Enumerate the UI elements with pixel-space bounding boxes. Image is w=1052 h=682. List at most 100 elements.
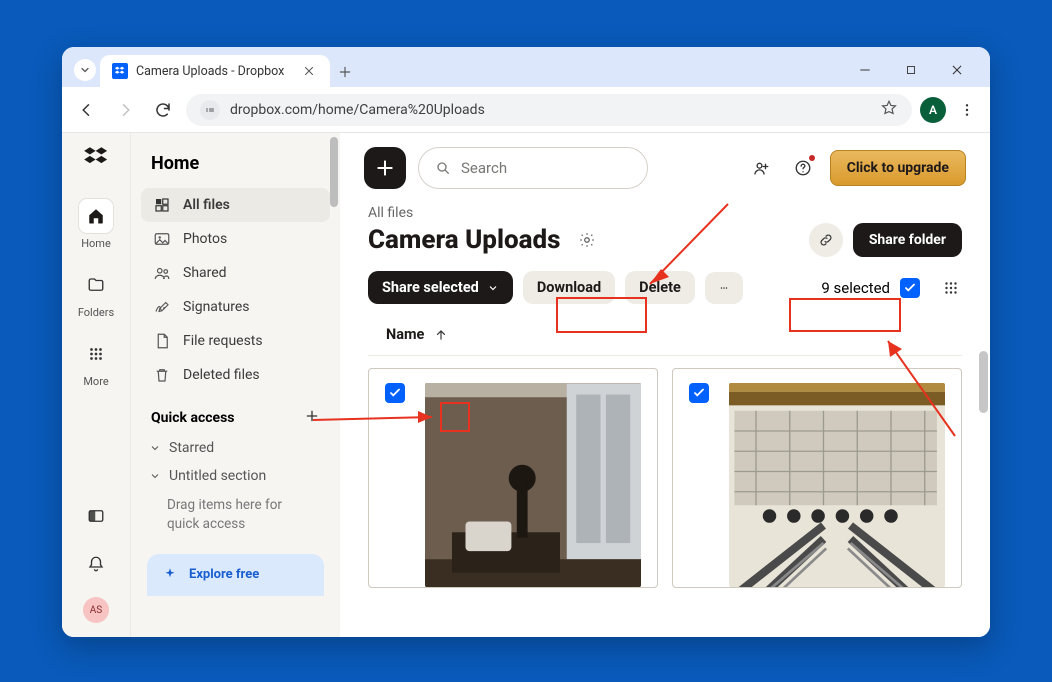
top-toolbar: Search Click to upgrade — [340, 133, 990, 199]
notification-dot-icon — [809, 155, 815, 161]
shared-icon — [153, 264, 171, 282]
rail-label: More — [83, 375, 108, 388]
tab-close-icon[interactable] — [300, 62, 318, 80]
sparkle-icon — [161, 566, 179, 584]
tab-search-button[interactable] — [74, 59, 96, 81]
folder-settings-icon[interactable] — [572, 225, 602, 255]
search-icon — [435, 160, 451, 176]
file-list: Name — [340, 316, 990, 600]
help-icon[interactable] — [788, 153, 818, 183]
share-selected-button[interactable]: Share selected — [368, 271, 513, 304]
upgrade-button[interactable]: Click to upgrade — [830, 150, 966, 186]
address-bar[interactable]: dropbox.com/home/Camera%20Uploads — [186, 94, 912, 126]
file-checkbox[interactable] — [385, 383, 405, 403]
tab-title: Camera Uploads - Dropbox — [136, 64, 292, 79]
more-actions-button[interactable] — [705, 272, 743, 304]
search-placeholder: Search — [461, 159, 507, 177]
copy-link-button[interactable] — [809, 223, 843, 257]
download-button[interactable]: Download — [523, 271, 615, 304]
sidebar-item-all-files[interactable]: All files — [141, 188, 330, 222]
chevron-down-icon — [149, 442, 161, 454]
chevron-down-icon — [149, 470, 161, 482]
sidebar-item-label: File requests — [183, 333, 263, 349]
new-tab-button[interactable] — [336, 63, 354, 81]
nav-reload-button[interactable] — [148, 95, 178, 125]
sidebar-item-label: Deleted files — [183, 367, 260, 383]
dropbox-favicon — [112, 63, 128, 79]
quick-access-hint: Drag items here for quick access — [141, 490, 330, 548]
sidebar-scrollbar[interactable] — [328, 133, 340, 637]
nav-rail: Home Folders More AS — [62, 133, 130, 637]
folder-icon — [79, 268, 113, 302]
explore-free-banner[interactable]: Explore free — [147, 554, 324, 596]
user-avatar[interactable]: AS — [83, 597, 109, 623]
sidebar-item-label: All files — [183, 197, 230, 213]
window-maximize-icon[interactable] — [902, 61, 920, 79]
quick-access-label: Quick access — [151, 410, 234, 426]
file-thumbnail — [729, 383, 945, 587]
sidebar: Home All files Photos Shared Signatures … — [130, 133, 340, 637]
create-button[interactable] — [364, 147, 406, 189]
nav-back-button[interactable] — [72, 95, 102, 125]
file-request-icon — [153, 332, 171, 350]
share-folder-button[interactable]: Share folder — [853, 223, 962, 257]
sidebar-item-file-requests[interactable]: File requests — [141, 324, 330, 358]
app-area: Home Folders More AS Home All — [62, 133, 990, 637]
untitled-section[interactable]: Untitled section — [141, 462, 330, 490]
dropbox-logo-icon[interactable] — [82, 143, 110, 171]
search-input[interactable]: Search — [418, 147, 648, 189]
sidebar-item-label: Photos — [183, 231, 227, 247]
list-header[interactable]: Name — [368, 316, 962, 356]
select-all-checkbox[interactable] — [900, 278, 920, 298]
window-close-icon[interactable] — [948, 61, 966, 79]
column-name: Name — [386, 326, 424, 343]
sidebar-item-shared[interactable]: Shared — [141, 256, 330, 290]
notifications-bell-icon[interactable] — [81, 549, 111, 579]
main-scrollbar[interactable] — [976, 133, 990, 637]
rail-item-home[interactable]: Home — [76, 193, 116, 256]
grid-dots-icon — [79, 337, 113, 371]
split-view-icon[interactable] — [81, 501, 111, 531]
selection-count: 9 selected — [811, 272, 930, 304]
share-selected-label: Share selected — [382, 279, 479, 296]
signature-icon — [153, 298, 171, 316]
chrome-menu-icon[interactable] — [954, 97, 980, 123]
file-checkbox[interactable] — [689, 383, 709, 403]
rail-item-folders[interactable]: Folders — [76, 262, 116, 325]
file-grid — [368, 356, 962, 600]
untitled-label: Untitled section — [169, 468, 266, 484]
add-quick-access-icon[interactable] — [304, 408, 320, 428]
sidebar-heading: Home — [141, 149, 330, 188]
rail-label: Home — [81, 237, 111, 250]
sidebar-item-signatures[interactable]: Signatures — [141, 290, 330, 324]
explore-label: Explore free — [189, 567, 259, 582]
site-info-icon[interactable] — [200, 100, 220, 120]
sidebar-item-label: Shared — [183, 265, 227, 281]
invite-icon[interactable] — [746, 153, 776, 183]
nav-forward-button[interactable] — [110, 95, 140, 125]
quick-access-header: Quick access — [141, 392, 330, 434]
sidebar-item-deleted[interactable]: Deleted files — [141, 358, 330, 392]
page-title: Camera Uploads — [368, 225, 560, 255]
chevron-down-icon — [487, 282, 499, 294]
window-minimize-icon[interactable] — [856, 61, 874, 79]
browser-window: Camera Uploads - Dropbox dropbox.com/hom… — [62, 47, 990, 637]
address-bar-row: dropbox.com/home/Camera%20Uploads A — [62, 87, 990, 133]
file-card[interactable] — [672, 368, 962, 588]
file-card[interactable] — [368, 368, 658, 588]
starred-section[interactable]: Starred — [141, 434, 330, 462]
sidebar-item-photos[interactable]: Photos — [141, 222, 330, 256]
delete-button[interactable]: Delete — [625, 271, 695, 304]
selection-count-label: 9 selected — [821, 279, 890, 297]
browser-tab[interactable]: Camera Uploads - Dropbox — [100, 55, 330, 87]
trash-icon — [153, 366, 171, 384]
chrome-profile-avatar[interactable]: A — [920, 97, 946, 123]
breadcrumb[interactable]: All files — [340, 199, 990, 221]
bookmark-star-icon[interactable] — [880, 99, 898, 121]
title-row: Camera Uploads Share folder — [340, 221, 990, 265]
view-toggle-button[interactable] — [940, 277, 962, 299]
url-text: dropbox.com/home/Camera%20Uploads — [230, 102, 485, 118]
home-icon — [79, 199, 113, 233]
window-controls — [842, 61, 980, 87]
rail-item-more[interactable]: More — [76, 331, 116, 394]
